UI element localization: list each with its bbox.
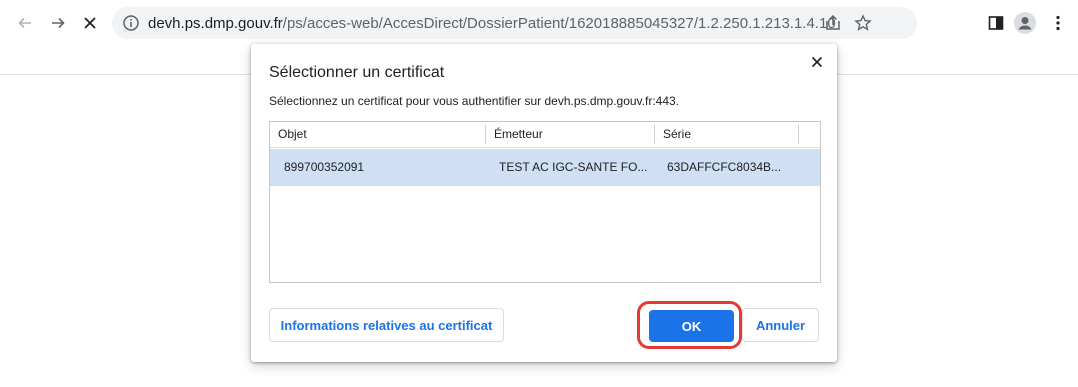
stop-loading-button[interactable] — [77, 10, 103, 36]
column-header-objet[interactable]: Objet — [270, 122, 485, 147]
cell-objet: 899700352091 — [284, 160, 365, 174]
side-panel-button[interactable] — [983, 10, 1009, 36]
kebab-menu-icon — [1056, 15, 1060, 31]
back-button[interactable] — [12, 10, 38, 36]
menu-button[interactable] — [1045, 10, 1071, 36]
url-text[interactable]: devh.ps.dmp.gouv.fr/ps/acces-web/AccesDi… — [148, 15, 836, 32]
forward-button[interactable] — [45, 10, 71, 36]
certificate-dialog: Sélectionner un certificat Sélectionnez … — [251, 44, 837, 362]
info-icon[interactable] — [122, 14, 140, 32]
side-panel-icon — [988, 16, 1004, 30]
ok-button[interactable]: OK — [649, 310, 734, 342]
dialog-title: Sélectionner un certificat — [269, 64, 445, 81]
column-header-serie[interactable]: Série — [655, 122, 798, 147]
browser-toolbar: devh.ps.dmp.gouv.fr/ps/acces-web/AccesDi… — [0, 0, 1078, 46]
close-button[interactable] — [807, 52, 827, 72]
address-bar[interactable]: devh.ps.dmp.gouv.fr/ps/acces-web/AccesDi… — [112, 7, 917, 39]
table-header: Objet Émetteur Série — [270, 122, 820, 148]
share-icon[interactable] — [824, 14, 842, 32]
certificate-table[interactable]: Objet Émetteur Série 899700352091 TEST A… — [269, 121, 821, 283]
close-icon — [811, 56, 823, 68]
certificate-info-button[interactable]: Informations relatives au certificat — [269, 308, 504, 342]
cell-serie: 63DAFFCFC8034B... — [667, 160, 782, 174]
table-row[interactable]: 899700352091 TEST AC IGC-SANTE FO... 63D… — [270, 149, 820, 186]
forward-arrow-icon — [52, 17, 65, 29]
column-divider — [798, 125, 799, 144]
cancel-button[interactable]: Annuler — [742, 308, 819, 342]
column-header-emetteur[interactable]: Émetteur — [486, 122, 654, 147]
url-path: /ps/acces-web/AccesDirect/DossierPatient… — [282, 15, 836, 32]
dialog-description: Sélectionnez un certificat pour vous aut… — [269, 94, 680, 108]
bookmark-star-icon[interactable] — [854, 14, 872, 32]
cell-emetteur: TEST AC IGC-SANTE FO... — [499, 160, 648, 174]
stop-loading-icon — [84, 17, 96, 29]
url-host: devh.ps.dmp.gouv.fr — [148, 15, 283, 32]
profile-avatar-icon — [1014, 12, 1036, 34]
profile-button[interactable] — [1012, 10, 1038, 36]
back-arrow-icon — [18, 17, 31, 29]
